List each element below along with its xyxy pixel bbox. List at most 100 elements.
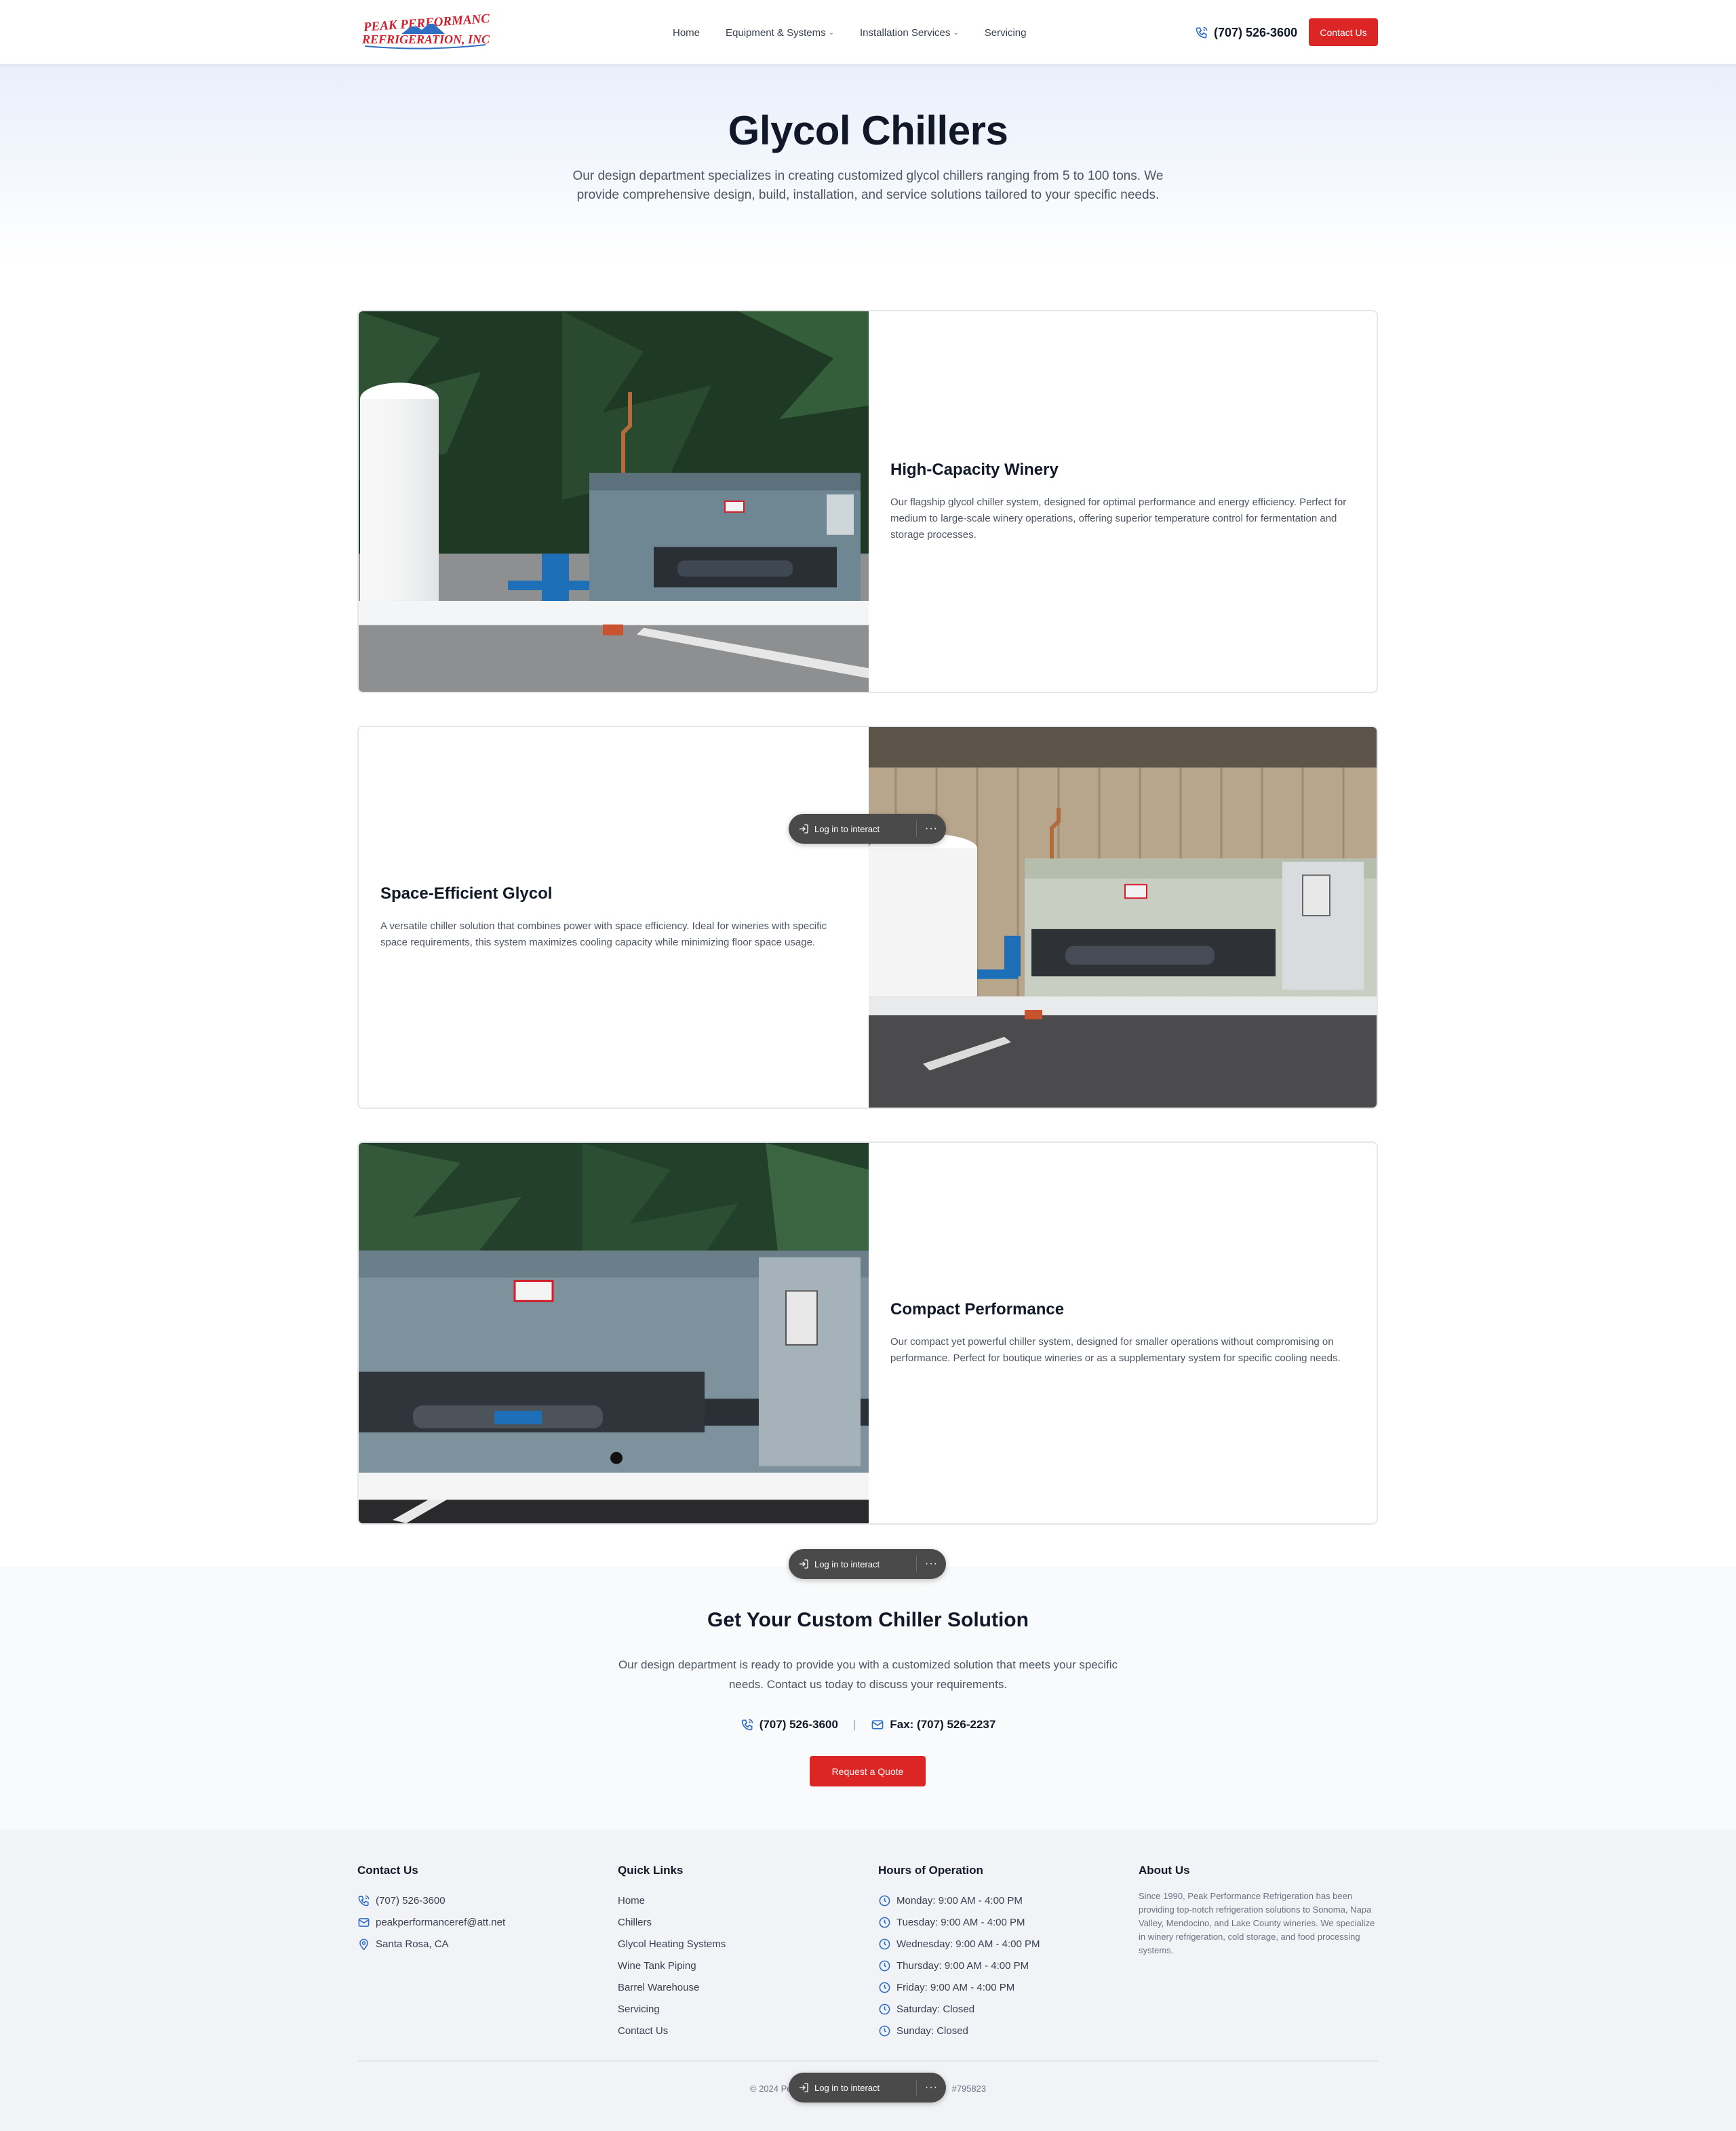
login-to-interact-button[interactable]: Log in to interact bbox=[789, 814, 916, 844]
nav-home[interactable]: Home bbox=[673, 27, 700, 39]
nav-servicing[interactable]: Servicing bbox=[985, 27, 1027, 39]
clock-icon bbox=[879, 1982, 890, 1993]
cta-phone-number: (707) 526-3600 bbox=[759, 1718, 838, 1731]
footer-divider bbox=[357, 2060, 1378, 2062]
product-description: A versatile chiller solution that combin… bbox=[380, 920, 827, 948]
footer-link-contact-us[interactable]: Contact Us bbox=[618, 2020, 726, 2041]
clock-icon bbox=[879, 1960, 890, 1971]
hours-text: Monday: 9:00 AM - 4:00 PM bbox=[896, 1894, 1023, 1907]
product-text-compact: Compact Performance Our compact yet powe… bbox=[869, 1143, 1377, 1523]
request-quote-button[interactable]: Request a Quote bbox=[810, 1756, 926, 1786]
nav-installation-label: Installation Services bbox=[859, 26, 951, 39]
more-dots-icon[interactable]: ··· bbox=[917, 1558, 946, 1570]
mail-icon bbox=[358, 1917, 370, 1927]
site-header: PEAK PERFORMANCE REFRIGERATION, INC. Hom… bbox=[0, 0, 1736, 65]
more-dots-icon[interactable]: ··· bbox=[917, 2081, 946, 2094]
footer-link-servicing[interactable]: Servicing bbox=[618, 1998, 726, 2020]
footer-email: peakperformanceref@att.net bbox=[376, 1916, 506, 1928]
login-overlay-pill: Log in to interact ··· bbox=[789, 814, 946, 844]
cta-text: Our design department is ready to provid… bbox=[618, 1658, 1118, 1691]
hours-text: Friday: 9:00 AM - 4:00 PM bbox=[896, 1981, 1015, 1993]
product-card-compact: Compact Performance Our compact yet powe… bbox=[357, 1141, 1378, 1525]
product-card-high-capacity: High-Capacity Winery Our flagship glycol… bbox=[357, 310, 1378, 693]
header-phone-number: (707) 526-3600 bbox=[1214, 25, 1298, 39]
login-to-interact-button[interactable]: Log in to interact bbox=[789, 2073, 916, 2103]
login-arrow-icon bbox=[800, 2083, 808, 2092]
product-description: Our compact yet powerful chiller system,… bbox=[890, 1335, 1341, 1364]
product-text-high-capacity: High-Capacity Winery Our flagship glycol… bbox=[869, 311, 1377, 692]
clock-icon bbox=[879, 2025, 890, 2036]
page-title: Glycol Chillers bbox=[728, 108, 1008, 153]
login-to-interact-button[interactable]: Log in to interact bbox=[789, 1549, 916, 1579]
clock-icon bbox=[879, 1917, 890, 1928]
hours-row-saturday: Saturday: Closed bbox=[878, 1998, 1040, 2020]
hours-row-wednesday: Wednesday: 9:00 AM - 4:00 PM bbox=[878, 1933, 1040, 1955]
login-overlay-pill: Log in to interact ··· bbox=[789, 2073, 946, 2103]
product-image-high-capacity bbox=[359, 311, 869, 692]
nav-equipment-systems[interactable]: Equipment & Systems ⌄ bbox=[726, 27, 834, 39]
hero-subtitle: Our design department specializes in cre… bbox=[572, 169, 1164, 202]
more-dots-icon[interactable]: ··· bbox=[917, 823, 946, 835]
login-overlay-pill: Log in to interact ··· bbox=[789, 1549, 946, 1579]
company-logo-image: PEAK PERFORMANCE REFRIGERATION, INC. bbox=[361, 12, 490, 50]
cta-contacts: (707) 526-3600 | Fax: (707) 526-2237 bbox=[0, 1715, 1736, 1735]
footer-quick-links-column: Quick Links Home Chillers Glycol Heating… bbox=[618, 1864, 726, 2041]
hours-row-tuesday: Tuesday: 9:00 AM - 4:00 PM bbox=[878, 1911, 1040, 1933]
footer-link-barrel-warehouse[interactable]: Barrel Warehouse bbox=[618, 1976, 726, 1998]
footer-contact-column: Contact Us (707) 526-3600 peakperformanc… bbox=[357, 1864, 505, 1955]
map-pin-icon bbox=[359, 1938, 368, 1951]
product-image-space-efficient bbox=[869, 727, 1377, 1108]
footer-link-chillers[interactable]: Chillers bbox=[618, 1911, 726, 1933]
hero-section bbox=[0, 65, 1736, 262]
footer-quick-links-title: Quick Links bbox=[618, 1864, 684, 1877]
login-label: Log in to interact bbox=[814, 1559, 880, 1569]
footer-link-home[interactable]: Home bbox=[618, 1890, 726, 1911]
footer-location: Santa Rosa, CA bbox=[357, 1933, 505, 1955]
footer-about-text: Since 1990, Peak Performance Refrigerati… bbox=[1139, 1891, 1375, 1955]
footer-email-link[interactable]: peakperformanceref@att.net bbox=[357, 1911, 505, 1933]
product-description: Our flagship glycol chiller system, desi… bbox=[890, 496, 1347, 541]
copyright-left: © 2024 Pe bbox=[749, 2084, 792, 2094]
nav-installation-services[interactable]: Installation Services ⌄ bbox=[860, 27, 959, 39]
footer-link-wine-tank-piping[interactable]: Wine Tank Piping bbox=[618, 1955, 726, 1976]
hours-text: Sunday: Closed bbox=[896, 2025, 968, 2037]
product-title: High-Capacity Winery bbox=[890, 460, 1059, 479]
product-title: Space-Efficient Glycol bbox=[380, 884, 553, 903]
clock-icon bbox=[879, 1895, 890, 1906]
footer-about-column: About Us Since 1990, Peak Performance Re… bbox=[1139, 1864, 1377, 1957]
hours-row-thursday: Thursday: 9:00 AM - 4:00 PM bbox=[878, 1955, 1040, 1976]
hours-text: Thursday: 9:00 AM - 4:00 PM bbox=[896, 1959, 1029, 1972]
main-nav: Home Equipment & Systems ⌄ Installation … bbox=[673, 0, 1026, 65]
product-card-space-efficient: Space-Efficient Glycol A versatile chill… bbox=[357, 726, 1378, 1109]
hours-text: Tuesday: 9:00 AM - 4:00 PM bbox=[896, 1916, 1025, 1928]
nav-equipment-label: Equipment & Systems bbox=[726, 26, 826, 39]
footer-phone: (707) 526-3600 bbox=[376, 1894, 446, 1907]
cta-fax-number: Fax: (707) 526-2237 bbox=[890, 1718, 996, 1731]
clock-icon bbox=[879, 1938, 890, 1949]
footer-hours-title: Hours of Operation bbox=[878, 1864, 983, 1877]
footer-hours-column: Hours of Operation Monday: 9:00 AM - 4:0… bbox=[878, 1864, 1040, 2041]
product-image-compact bbox=[359, 1143, 869, 1523]
footer-link-glycol-heating[interactable]: Glycol Heating Systems bbox=[618, 1933, 726, 1955]
nav-home-label: Home bbox=[673, 26, 701, 39]
login-arrow-icon bbox=[800, 1559, 808, 1569]
clock-icon bbox=[879, 2003, 890, 2014]
phone-icon bbox=[741, 1719, 753, 1731]
hours-row-sunday: Sunday: Closed bbox=[878, 2020, 1040, 2041]
header-phone-link[interactable]: (707) 526-3600 bbox=[1195, 20, 1297, 45]
cta-fax: Fax: (707) 526-2237 bbox=[871, 1718, 995, 1732]
login-arrow-icon bbox=[800, 824, 808, 834]
contact-us-button[interactable]: Contact Us bbox=[1309, 18, 1378, 46]
hours-text: Saturday: Closed bbox=[896, 2003, 975, 2015]
footer-location-text: Santa Rosa, CA bbox=[376, 1938, 449, 1950]
login-label: Log in to interact bbox=[814, 2082, 880, 2093]
cta-phone-link[interactable]: (707) 526-3600 bbox=[741, 1718, 838, 1732]
login-label: Log in to interact bbox=[814, 823, 880, 834]
cta-section bbox=[0, 1567, 1736, 1830]
hours-row-friday: Friday: 9:00 AM - 4:00 PM bbox=[878, 1976, 1040, 1998]
mail-icon bbox=[872, 1720, 884, 1729]
chevron-down-icon: ⌄ bbox=[828, 28, 834, 37]
hours-row-monday: Monday: 9:00 AM - 4:00 PM bbox=[878, 1890, 1040, 1911]
company-logo[interactable]: PEAK PERFORMANCE REFRIGERATION, INC. bbox=[361, 12, 490, 53]
footer-phone-link[interactable]: (707) 526-3600 bbox=[357, 1890, 505, 1911]
